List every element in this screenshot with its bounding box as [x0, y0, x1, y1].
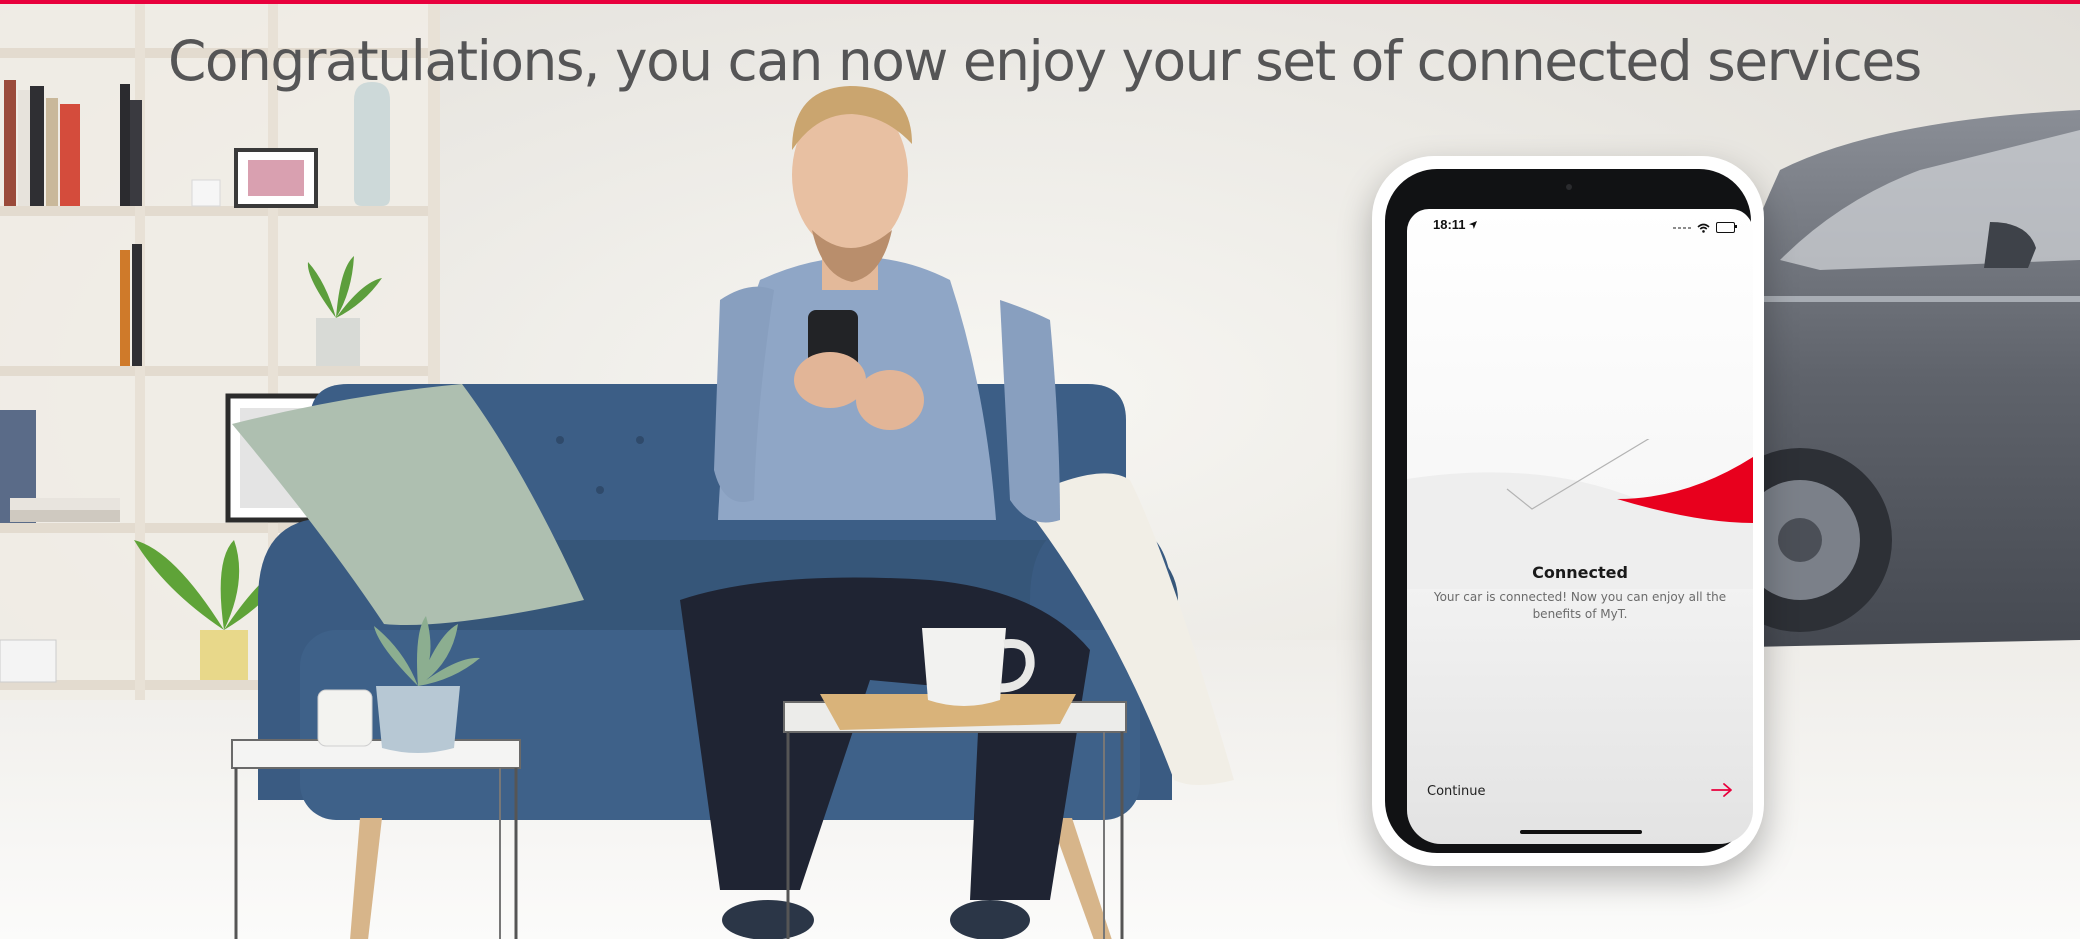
- home-indicator[interactable]: [1520, 830, 1642, 834]
- battery-icon: [1716, 222, 1737, 233]
- speaker-icon: [1566, 184, 1572, 190]
- living-room-background: [0, 0, 2080, 939]
- arrow-right-icon[interactable]: [1711, 782, 1733, 802]
- continue-button[interactable]: Continue: [1407, 781, 1753, 803]
- wifi-icon: [1697, 218, 1710, 237]
- phone-mockup: 18:11 Connected Your car is connected! N…: [1372, 156, 1764, 866]
- accent-bar: [0, 0, 2080, 4]
- phone-frame: 18:11 Connected Your car is connected! N…: [1385, 169, 1753, 853]
- location-arrow-icon: [1469, 217, 1478, 232]
- phone-screen: 18:11 Connected Your car is connected! N…: [1407, 209, 1753, 844]
- connected-title: Connected: [1532, 563, 1628, 582]
- status-time: 18:11: [1433, 217, 1478, 232]
- status-icons: [1673, 218, 1737, 237]
- connected-description: Your car is connected! Now you can enjoy…: [1433, 590, 1727, 621]
- status-time-text: 18:11: [1433, 217, 1466, 232]
- signal-icon: [1673, 226, 1691, 229]
- headline: Congratulations, you can now enjoy your …: [168, 29, 1922, 93]
- continue-label: Continue: [1427, 784, 1486, 799]
